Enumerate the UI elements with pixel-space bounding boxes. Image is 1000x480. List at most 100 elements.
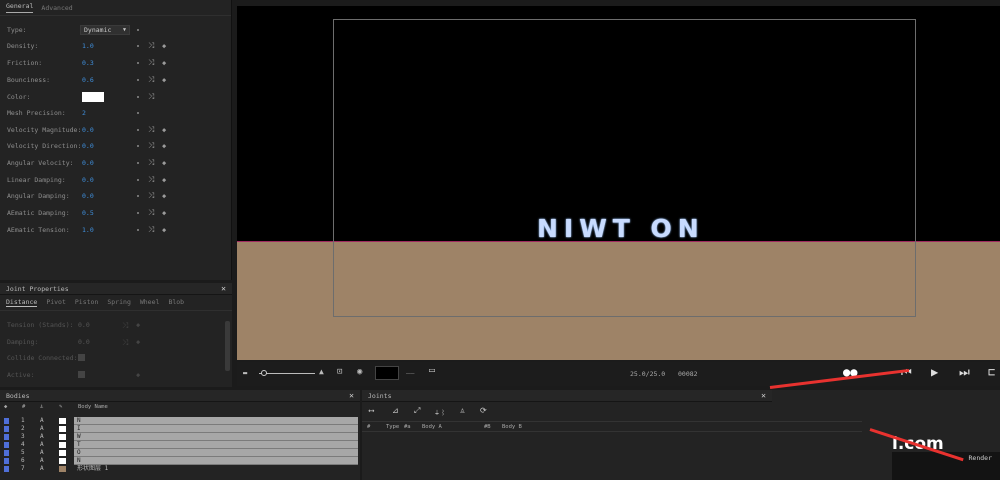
linear-damping-value[interactable]: 0.0	[82, 176, 94, 184]
keyframe-diamond-icon[interactable]: ◆	[162, 209, 166, 217]
velocity-magnitude-value[interactable]: 0.0	[82, 126, 94, 134]
keyframe-diamond-icon[interactable]: ◆	[136, 321, 140, 329]
background-color-swatch[interactable]	[375, 366, 399, 380]
keyframe-dot-icon[interactable]	[137, 96, 139, 98]
table-row[interactable]: 3 A W	[0, 433, 358, 441]
randomize-icon[interactable]: ⤨	[122, 321, 128, 331]
keyframe-dot-icon[interactable]	[137, 62, 139, 64]
tab-advanced[interactable]: Advanced	[41, 4, 72, 12]
row-body-name[interactable]: T	[74, 441, 358, 449]
keyframe-dot-icon[interactable]	[137, 179, 139, 181]
keyframe-diamond-icon[interactable]: ◆	[136, 371, 140, 379]
bounciness-value[interactable]: 0.6	[82, 76, 94, 84]
keyframe-diamond-icon[interactable]: ◆	[162, 42, 166, 50]
tab-spring[interactable]: Spring	[107, 298, 130, 307]
randomize-icon[interactable]: ⤨	[148, 158, 154, 168]
randomize-icon[interactable]: ⤨	[148, 208, 154, 218]
row-body-name[interactable]: 形状图层 1	[74, 465, 358, 473]
keyframe-diamond-icon[interactable]: ◆	[162, 159, 166, 167]
row-body-name[interactable]: N	[74, 417, 358, 425]
table-row[interactable]: 5 A O	[0, 449, 358, 457]
play-icon[interactable]: ▶	[931, 365, 938, 379]
close-icon[interactable]: ✕	[761, 391, 766, 400]
tab-piston[interactable]: Piston	[75, 298, 98, 307]
table-row[interactable]: 7 A 形状图层 1	[0, 465, 358, 473]
keyframe-dot-icon[interactable]	[137, 79, 139, 81]
friction-value[interactable]: 0.3	[82, 59, 94, 67]
close-icon[interactable]: ✕	[349, 391, 354, 400]
spring-joint-icon[interactable]: ⏚⌇	[434, 408, 446, 417]
zoom-fit-icon[interactable]: ⊡	[337, 367, 342, 377]
zoom-slider-track[interactable]	[259, 373, 315, 374]
scene-viewport[interactable]: NIWT ON	[237, 6, 1000, 360]
table-row[interactable]: 6 A N	[0, 457, 358, 465]
velocity-direction-value[interactable]: 0.0	[82, 142, 94, 150]
aematic-tension-value[interactable]: 1.0	[82, 226, 94, 234]
keyframe-dot-icon[interactable]	[137, 162, 139, 164]
keyframe-dot-icon[interactable]	[137, 129, 139, 131]
keyframe-diamond-icon[interactable]: ◆	[162, 192, 166, 200]
square-icon[interactable]: ▭	[429, 365, 435, 376]
tab-wheel[interactable]: Wheel	[140, 298, 160, 307]
keyframe-diamond-icon[interactable]: ◆	[162, 176, 166, 184]
render-button[interactable]: Render	[969, 454, 992, 462]
keyframe-diamond-icon[interactable]: ◆	[162, 126, 166, 134]
keyframe-diamond-icon[interactable]: ◆	[136, 338, 140, 346]
color-swatch[interactable]	[82, 92, 104, 102]
piston-joint-icon[interactable]: ⤢	[414, 406, 420, 416]
row-body-name[interactable]: O	[74, 449, 358, 457]
close-icon[interactable]: ✕	[221, 284, 226, 293]
keyframe-dot-icon[interactable]	[137, 195, 139, 197]
table-row[interactable]: 1 A N	[0, 417, 358, 425]
randomize-icon[interactable]: ⤨	[148, 225, 154, 235]
tab-general[interactable]: General	[6, 2, 34, 13]
pivot-joint-icon[interactable]: ⊿	[392, 406, 399, 415]
randomize-icon[interactable]: ⤨	[148, 58, 154, 68]
mesh-precision-value[interactable]: 2	[82, 109, 86, 117]
keyframe-diamond-icon[interactable]: ◆	[162, 76, 166, 84]
damping-value[interactable]: 0.0	[78, 338, 90, 346]
tension-value[interactable]: 0.0	[78, 321, 90, 329]
randomize-icon[interactable]: ⤨	[148, 75, 154, 85]
randomize-icon[interactable]: ⤨	[148, 41, 154, 51]
row-body-name[interactable]: W	[74, 433, 358, 441]
randomize-icon[interactable]: ⤨	[148, 92, 154, 102]
density-value[interactable]: 1.0	[82, 42, 94, 50]
keyframe-diamond-icon[interactable]: ◆	[162, 142, 166, 150]
keyframe-diamond-icon[interactable]: ◆	[162, 59, 166, 67]
distance-joint-icon[interactable]: ⟷	[369, 406, 374, 415]
tab-blob[interactable]: Blob	[168, 298, 184, 307]
row-body-name[interactable]: N	[74, 457, 358, 465]
scene-text[interactable]: NIWT ON	[537, 214, 705, 243]
keyframe-dot-icon[interactable]	[137, 229, 139, 231]
active-checkbox[interactable]	[78, 371, 85, 378]
keyframe-dot-icon[interactable]	[137, 212, 139, 214]
aematic-damping-value[interactable]: 0.5	[82, 209, 94, 217]
randomize-icon[interactable]: ⤨	[148, 175, 154, 185]
randomize-icon[interactable]: ⤨	[148, 191, 154, 201]
step-forward-icon[interactable]: ⏭	[959, 365, 970, 380]
collide-connected-checkbox[interactable]	[78, 354, 85, 361]
keyframe-dot-icon[interactable]	[137, 29, 139, 31]
randomize-icon[interactable]: ⤨	[148, 125, 154, 135]
tab-distance[interactable]: Distance	[6, 298, 38, 307]
blob-joint-icon[interactable]: ⟳	[480, 406, 487, 415]
joint-properties-scrollbar[interactable]	[225, 321, 230, 371]
keyframe-dot-icon[interactable]	[137, 145, 139, 147]
keyframe-dot-icon[interactable]	[137, 112, 139, 114]
keyframe-diamond-icon[interactable]: ◆	[162, 226, 166, 234]
type-dropdown[interactable]: Dynamic ▼	[80, 25, 130, 35]
zoom-slider-handle[interactable]	[261, 370, 267, 376]
zoom-out-icon[interactable]: ▬	[243, 369, 247, 377]
randomize-icon[interactable]: ⤨	[148, 141, 154, 151]
eye-icon[interactable]: ◉	[357, 367, 362, 377]
keyframe-dot-icon[interactable]	[137, 45, 139, 47]
loop-icon[interactable]: ⊏	[988, 365, 995, 379]
table-row[interactable]: 4 A T	[0, 441, 358, 449]
angular-damping-value[interactable]: 0.0	[82, 192, 94, 200]
wheel-joint-icon[interactable]: ♙	[460, 406, 465, 415]
row-body-name[interactable]: I	[74, 425, 358, 433]
tab-pivot[interactable]: Pivot	[46, 298, 66, 307]
zoom-in-icon[interactable]: ▲	[319, 367, 324, 376]
angular-velocity-value[interactable]: 0.0	[82, 159, 94, 167]
